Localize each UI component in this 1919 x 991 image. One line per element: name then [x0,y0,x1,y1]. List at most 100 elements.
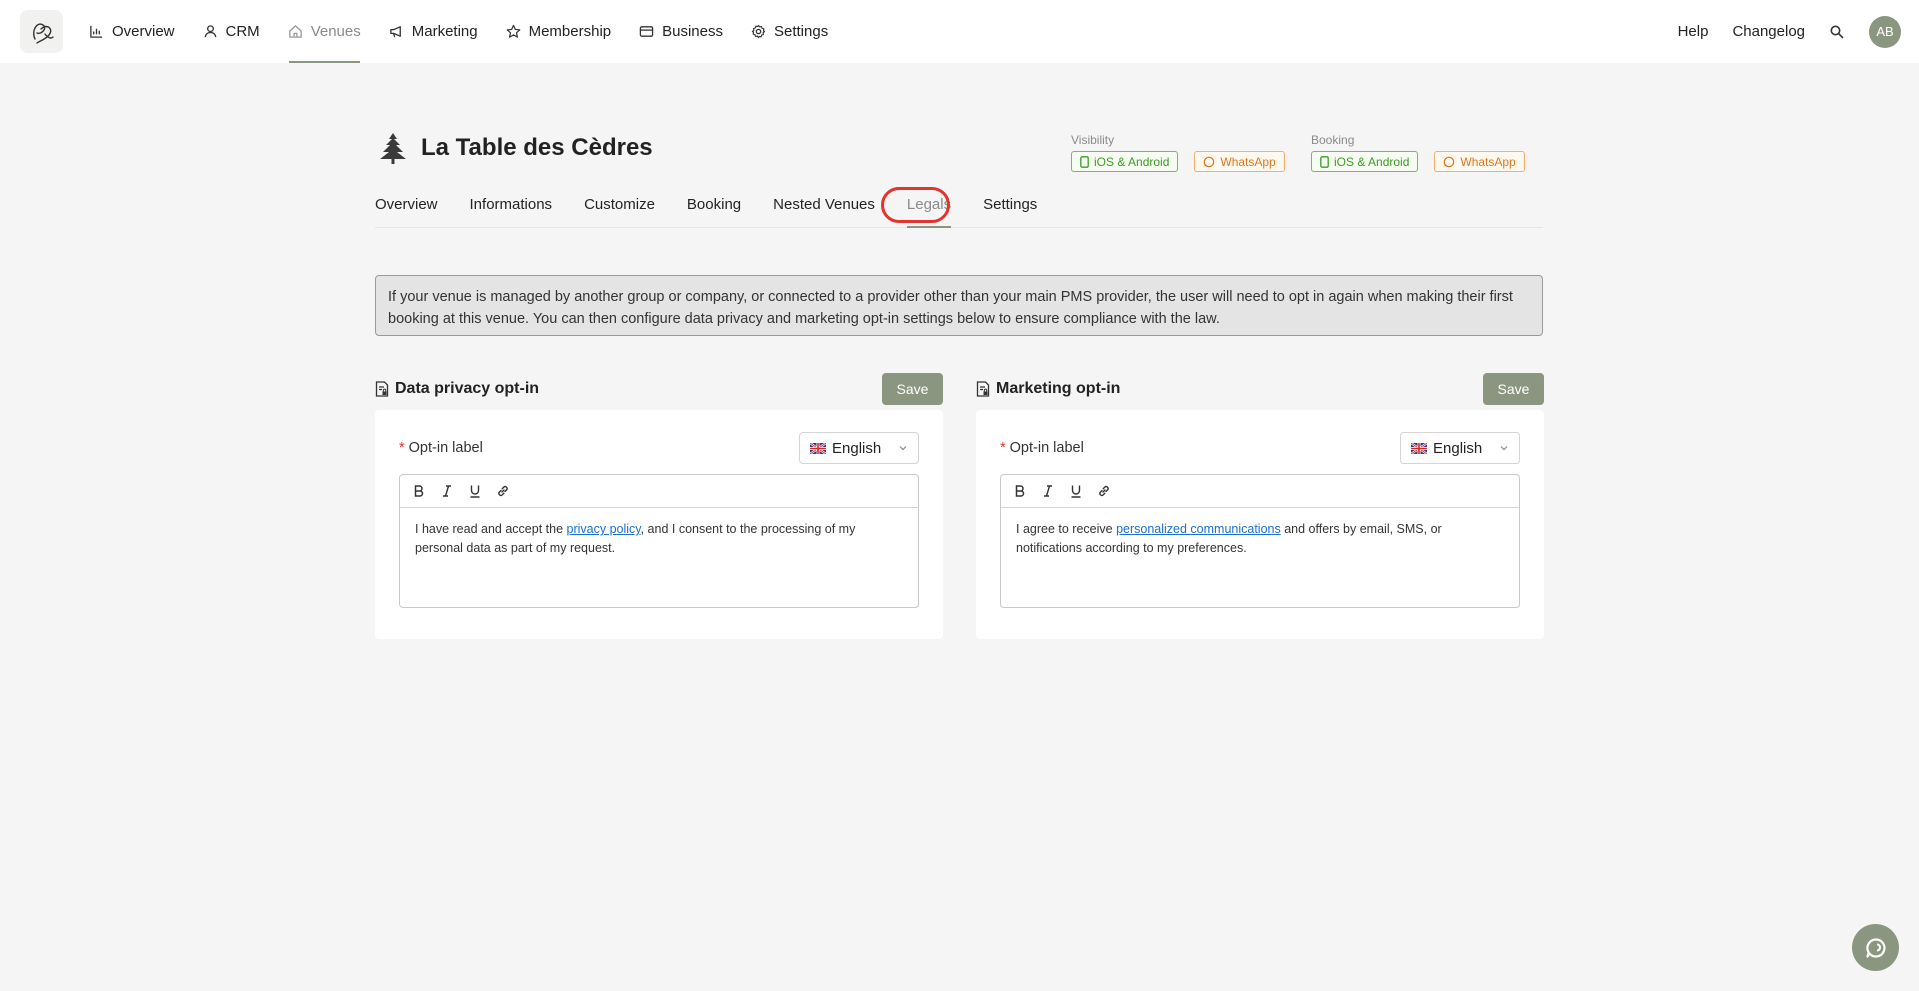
top-navbar: Overview CRM Venues Marketing Membership… [0,0,1919,63]
star-icon [506,24,520,38]
privacy-editor-content[interactable]: I have read and accept the privacy polic… [400,508,918,570]
personalized-communications-link[interactable]: personalized communications [1116,522,1281,536]
venue-header: La Table des Cèdres [375,130,653,166]
nav-item-marketing[interactable]: Marketing [375,0,492,63]
megaphone-icon [389,26,401,38]
venue-title: La Table des Cèdres [421,134,653,161]
pill-label: iOS & Android [1334,154,1410,169]
venue-flags: Visibility iOS & Android WhatsApp Bookin… [1071,133,1541,175]
booking-ios-android-pill[interactable]: iOS & Android [1311,151,1419,172]
avatar[interactable]: AB [1869,15,1901,48]
privacy-opt-in-label: * Opt-in label [399,440,483,456]
pill-label: WhatsApp [1460,154,1516,169]
privacy-rich-text-editor[interactable]: I have read and accept the privacy polic… [399,474,919,608]
visibility-whatsapp-pill[interactable]: WhatsApp [1194,151,1285,172]
nav-item-overview[interactable]: Overview [75,0,189,63]
nav-item-crm[interactable]: CRM [189,0,274,63]
search-icon[interactable] [1829,24,1845,40]
link-icon[interactable] [1095,482,1113,500]
nav-item-membership[interactable]: Membership [492,0,626,63]
visibility-ios-android-pill[interactable]: iOS & Android [1071,151,1179,172]
home-icon [288,24,302,38]
nav-item-venues[interactable]: Venues [274,0,375,63]
marketing-title-text: Marketing opt-in [996,380,1121,397]
tab-legals[interactable]: Legals [906,190,952,228]
nav-item-business[interactable]: Business [625,0,737,63]
italic-icon[interactable] [438,482,456,500]
marketing-panel: Marketing opt-in Save * Opt-in label Engl… [976,369,1544,639]
tab-nested-venues[interactable]: Nested Venues [773,190,875,228]
wallet-icon [639,26,654,37]
privacy-language-select[interactable]: English [799,432,919,464]
main-nav: Overview CRM Venues Marketing Membership… [75,0,842,63]
visibility-group: Visibility iOS & Android WhatsApp [1071,133,1285,172]
nav-label: Venues [310,23,361,40]
help-link[interactable]: Help [1678,23,1709,40]
marketing-editor-content[interactable]: I agree to receive personalized communic… [1001,508,1519,570]
uk-flag-icon [1411,442,1427,454]
phone-icon [1080,155,1089,168]
visibility-title: Visibility [1071,133,1115,147]
pill-label: iOS & Android [1094,154,1170,169]
nav-label: Settings [774,23,829,40]
marketing-opt-in-label: * Opt-in label [1000,440,1084,456]
app-logo[interactable] [20,10,63,53]
privacy-panel-title: Data privacy opt-in [375,380,539,398]
editor-toolbar [400,475,918,508]
nav-label: Overview [112,23,175,40]
privacy-policy-link[interactable]: privacy policy [567,522,641,536]
nav-label: Membership [528,23,612,40]
info-notice: If your venue is managed by another grou… [375,275,1543,336]
editor-text-before: I have read and accept the [415,522,567,536]
italic-icon[interactable] [1039,482,1057,500]
chevron-down-icon [899,446,907,451]
cedar-tree-icon [380,133,406,164]
phone-icon [1320,155,1329,168]
privacy-save-button[interactable]: Save [882,373,943,405]
tab-settings[interactable]: Settings [983,190,1037,228]
bold-icon[interactable] [1011,482,1029,500]
gear-icon [751,24,766,39]
opt-in-label-text: Opt-in label [1009,440,1084,456]
logo-icon [32,22,54,44]
tab-customize[interactable]: Customize [584,190,655,228]
language-value: English [832,439,882,457]
changelog-link[interactable]: Changelog [1732,23,1805,40]
tab-booking[interactable]: Booking [687,190,741,228]
required-mark: * [1000,440,1006,456]
nav-label: Business [662,23,723,40]
opt-in-label-text: Opt-in label [408,440,483,456]
marketing-rich-text-editor[interactable]: I agree to receive personalized communic… [1000,474,1520,608]
uk-flag-icon [810,442,826,454]
chat-icon [1865,937,1886,958]
nav-item-settings[interactable]: Settings [737,0,842,63]
marketing-card: * Opt-in label English I agree to receive… [976,410,1544,639]
venue-subtabs: Overview Informations Customize Booking … [375,190,1543,228]
nav-label: Marketing [411,23,478,40]
editor-text-before: I agree to receive [1016,522,1117,536]
chevron-down-icon [1500,446,1508,451]
document-lock-icon [375,381,389,397]
editor-toolbar [1001,475,1519,508]
privacy-panel: Data privacy opt-in Save * Opt-in label E… [375,369,943,639]
language-value: English [1433,439,1483,457]
whatsapp-icon [1444,156,1455,167]
tab-overview[interactable]: Overview [375,190,438,228]
privacy-title-text: Data privacy opt-in [395,380,540,397]
booking-group: Booking iOS & Android WhatsApp [1311,133,1525,172]
marketing-language-select[interactable]: English [1400,432,1520,464]
link-icon[interactable] [494,482,512,500]
support-chat-button[interactable] [1852,924,1899,971]
document-lock-icon [976,381,990,397]
whatsapp-icon [1204,156,1215,167]
booking-whatsapp-pill[interactable]: WhatsApp [1434,151,1525,172]
marketing-panel-title: Marketing opt-in [976,380,1120,398]
tab-informations[interactable]: Informations [470,190,553,228]
top-right-actions: Help Changelog AB [1654,0,1901,63]
privacy-card: * Opt-in label English I have read and ac… [375,410,943,639]
underline-icon[interactable] [1067,482,1085,500]
underline-icon[interactable] [466,482,484,500]
user-icon [204,25,216,38]
bold-icon[interactable] [410,482,428,500]
marketing-save-button[interactable]: Save [1483,373,1544,405]
